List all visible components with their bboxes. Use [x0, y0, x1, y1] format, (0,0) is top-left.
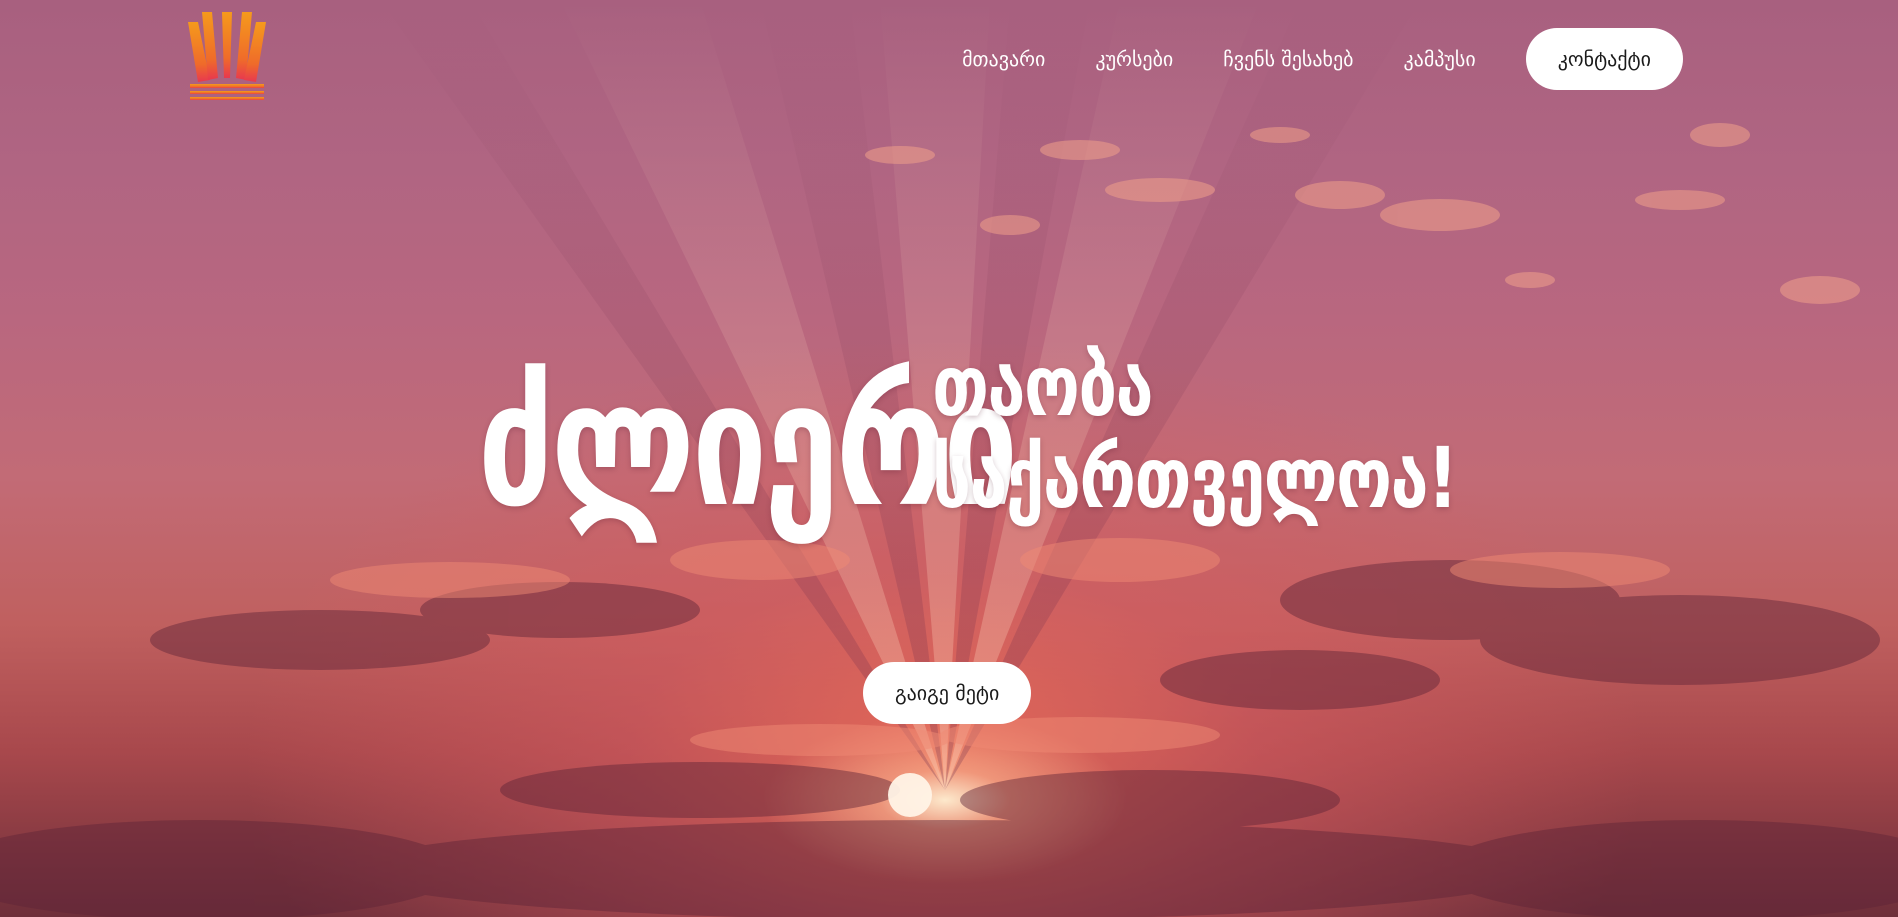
- top-navigation: მთავარი კურსები ჩვენს შესახებ კამპუსი კო…: [962, 28, 1683, 90]
- nav-item-about[interactable]: ჩვენს შესახებ: [1223, 47, 1353, 71]
- headline-line-1: თაობა: [931, 337, 1154, 435]
- contact-button[interactable]: კონტაქტი: [1525, 28, 1683, 90]
- hero-headline: ძლიერი თაობა საქართველოა!: [0, 340, 1898, 531]
- learn-more-button[interactable]: გაიგე მეტი: [863, 662, 1032, 724]
- hero-background: მთავარი კურსები ჩვენს შესახებ კამპუსი კო…: [0, 0, 1898, 917]
- nav-item-home[interactable]: მთავარი: [962, 47, 1045, 71]
- sunrise-logo-icon[interactable]: [188, 12, 266, 104]
- headline-line-2: საქართველოა!: [931, 429, 1458, 528]
- nav-item-campus[interactable]: კამპუსი: [1403, 47, 1475, 71]
- nav-item-courses[interactable]: კურსები: [1095, 47, 1173, 71]
- headline-small-block: თაობა საქართველოა!: [932, 340, 1572, 531]
